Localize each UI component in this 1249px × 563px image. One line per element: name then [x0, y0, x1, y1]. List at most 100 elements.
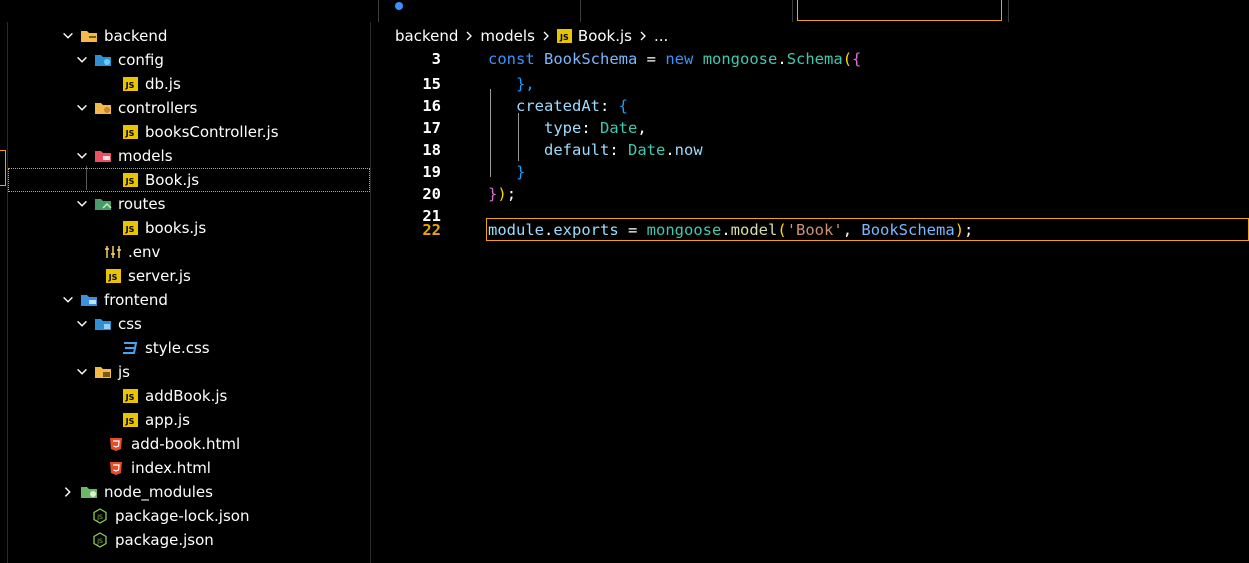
code-text: const BookSchema = new mongoose.Schema({: [488, 50, 862, 68]
nodejs-file-icon: JS: [91, 532, 109, 548]
code-text: type: Date,: [544, 119, 647, 137]
tree-file-env[interactable]: .env: [8, 240, 370, 264]
tab-separator: [792, 0, 793, 22]
line-number: 17: [422, 119, 441, 137]
chevron-right-icon: [464, 31, 474, 41]
js-file-icon: JS: [104, 268, 122, 284]
code-line-19[interactable]: 19 }: [371, 160, 1249, 184]
folder-backend-icon: [80, 28, 98, 44]
tab-modified-dot: [395, 2, 403, 10]
breadcrumb: backend models JS Book.js ...: [395, 25, 668, 47]
tree-file-db-js[interactable]: JS db.js: [8, 72, 370, 96]
code-line-17[interactable]: 17 type: Date,: [371, 116, 1249, 140]
line-number: 3: [431, 50, 441, 68]
tree-item-label: addBook.js: [145, 387, 228, 405]
tree-item-label: models: [118, 147, 173, 165]
js-file-icon: JS: [121, 220, 139, 236]
code-line-3[interactable]: 3 const BookSchema = new mongoose.Schema…: [371, 47, 1249, 71]
chevron-right-icon: [60, 484, 76, 500]
breadcrumb-item-book-js[interactable]: Book.js: [578, 27, 632, 45]
folder-routes-icon: [94, 196, 112, 212]
breadcrumb-item-backend[interactable]: backend: [395, 27, 458, 45]
tree-file-style-css[interactable]: style.css: [8, 336, 370, 360]
tree-folder-js[interactable]: js: [8, 360, 370, 384]
tab-separator: [1008, 0, 1009, 22]
nodejs-file-icon: JS: [91, 508, 109, 524]
code-text: },: [516, 75, 535, 93]
line-number: 15: [422, 75, 441, 93]
tab-separator: [580, 0, 581, 22]
tree-folder-css[interactable]: css: [8, 312, 370, 336]
chevron-down-icon: [60, 28, 76, 44]
tree-folder-backend[interactable]: backend: [8, 24, 370, 48]
tree-item-label: controllers: [118, 99, 198, 117]
tree-file-app-js[interactable]: JS app.js: [8, 408, 370, 432]
tree-file-books-js[interactable]: JS books.js: [8, 216, 370, 240]
js-file-icon: JS: [121, 412, 139, 428]
tree-item-label: style.css: [145, 339, 210, 357]
js-file-icon: JS: [556, 29, 572, 43]
breadcrumb-item-models[interactable]: models: [480, 27, 535, 45]
code-line-15[interactable]: 15 },: [371, 72, 1249, 96]
code-line-22[interactable]: 22 module.exports = mongoose.model('Book…: [371, 218, 1249, 241]
tree-item-label: js: [118, 363, 130, 381]
tree-item-label: backend: [104, 27, 168, 45]
folder-controllers-icon: [94, 100, 112, 116]
tree-folder-routes[interactable]: routes: [8, 192, 370, 216]
tree-item-label: css: [118, 315, 142, 333]
tree-folder-node-modules[interactable]: node_modules: [8, 480, 370, 504]
code-line-16[interactable]: 16 createdAt: {: [371, 94, 1249, 118]
tree-item-label: config: [118, 51, 164, 69]
tree-item-label: frontend: [104, 291, 168, 309]
tree-folder-controllers[interactable]: controllers: [8, 96, 370, 120]
folder-models-icon: [94, 148, 112, 164]
code-line-18[interactable]: 18 default: Date.now: [371, 138, 1249, 162]
tree-item-label: routes: [118, 195, 166, 213]
line-number: 18: [422, 141, 441, 159]
folder-css-icon: [94, 316, 112, 332]
tree-file-package-json[interactable]: JS package.json: [8, 528, 370, 552]
tree-file-add-book-html[interactable]: add-book.html: [8, 432, 370, 456]
code-text: }: [516, 163, 526, 181]
tab-active-book-js[interactable]: [797, 0, 1002, 21]
tree-folder-models[interactable]: models: [8, 144, 370, 168]
tree-item-label: index.html: [131, 459, 211, 477]
tree-file-server-js[interactable]: JS server.js: [8, 264, 370, 288]
chevron-down-icon: [74, 364, 90, 380]
chevron-down-icon: [74, 316, 90, 332]
folder-config-icon: [94, 52, 112, 68]
tree-file-bookscontroller-js[interactable]: JS booksController.js: [8, 120, 370, 144]
js-file-icon: JS: [121, 76, 139, 92]
code-text: createdAt: {: [516, 97, 629, 115]
html-file-icon: [107, 436, 125, 452]
tree-item-label: package-lock.json: [115, 507, 250, 525]
tree-folder-frontend[interactable]: frontend: [8, 288, 370, 312]
chevron-down-icon: [60, 292, 76, 308]
code-text: });: [488, 185, 517, 203]
tree-folder-config[interactable]: config: [8, 48, 370, 72]
tree-item-label: add-book.html: [131, 435, 241, 453]
js-file-icon: JS: [121, 172, 139, 188]
line-number: 22: [422, 220, 441, 239]
tree-item-label: app.js: [145, 411, 190, 429]
line-number: 20: [422, 185, 441, 203]
html-file-icon: [107, 460, 125, 476]
css-file-icon: [121, 340, 139, 356]
chevron-down-icon: [74, 148, 90, 164]
line-number: 19: [422, 163, 441, 181]
tree-file-book-js[interactable]: JS Book.js: [8, 168, 370, 192]
code-editor[interactable]: backend models JS Book.js ... 3 const Bo…: [371, 22, 1249, 563]
explorer-tree: backend config JS db.js controllers JS b…: [8, 22, 370, 563]
tree-item-label: booksController.js: [145, 123, 279, 141]
activity-focus-mark: [0, 150, 6, 186]
tree-item-label: db.js: [145, 75, 181, 93]
chevron-right-icon: [541, 31, 551, 41]
tree-file-package-lock-json[interactable]: JS package-lock.json: [8, 504, 370, 528]
tree-item-label: node_modules: [104, 483, 213, 501]
breadcrumb-item-more[interactable]: ...: [654, 27, 668, 45]
tree-item-label: server.js: [128, 267, 191, 285]
code-text: default: Date.now: [544, 141, 703, 159]
tree-file-index-html[interactable]: index.html: [8, 456, 370, 480]
tree-file-addbook-js[interactable]: JS addBook.js: [8, 384, 370, 408]
code-line-20[interactable]: 20 });: [371, 182, 1249, 206]
